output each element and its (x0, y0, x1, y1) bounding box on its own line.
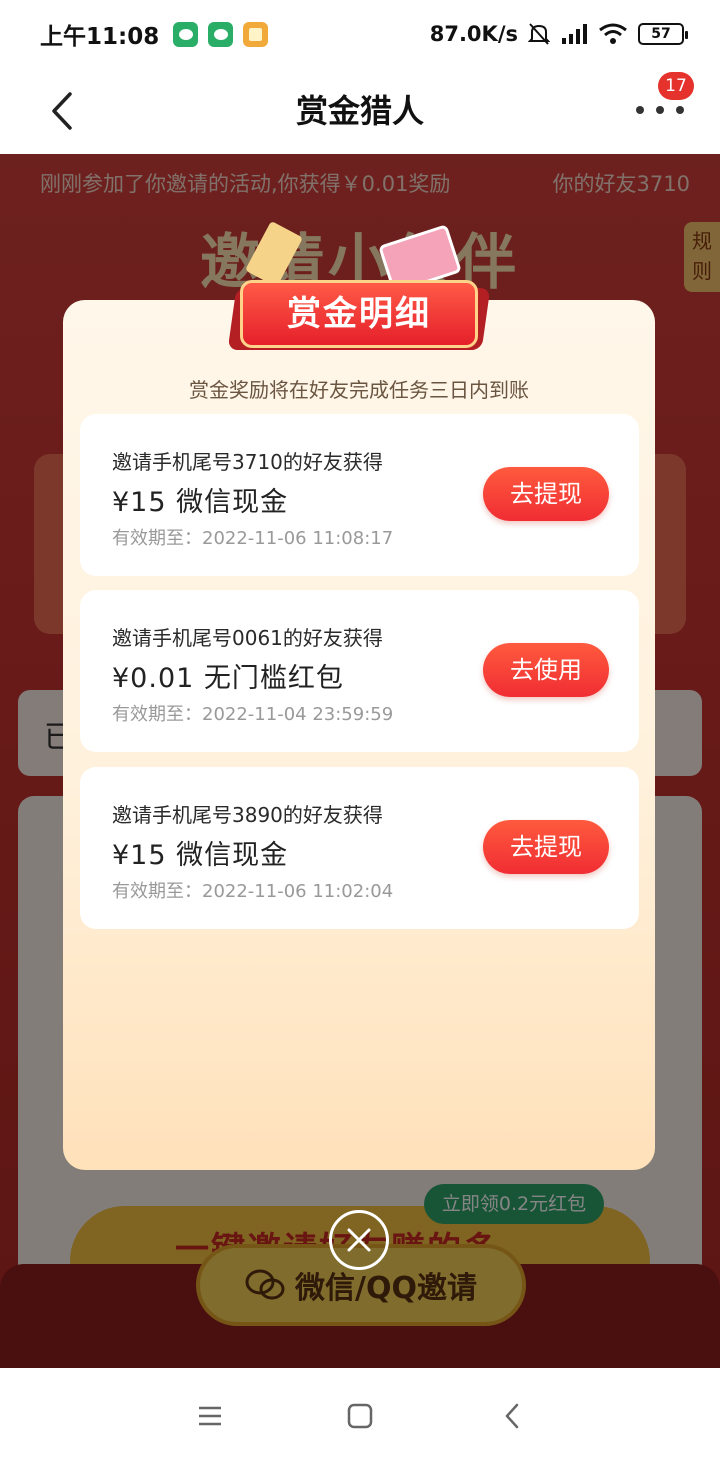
battery-indicator: 57 (638, 23, 688, 45)
reward-title: 邀请手机尾号3890的好友获得 (112, 803, 383, 827)
status-indicators: 87.0K/s 57 (429, 22, 688, 46)
close-button[interactable] (329, 1210, 389, 1270)
wechat-icon (208, 21, 234, 47)
system-nav-bar (0, 1368, 720, 1464)
net-speed: 87.0K/s (429, 22, 518, 46)
wifi-icon (599, 23, 627, 44)
status-app-icons (173, 21, 269, 47)
reward-card: 邀请手机尾号3710的好友获得 ¥15 微信现金 有效期至：2022-11-06… (80, 414, 639, 576)
reward-amount: ¥15 微信现金 (112, 840, 289, 871)
reward-detail-modal: 赏金奖励将在好友完成任务三日内到账 邀请手机尾号3710的好友获得 ¥15 微信… (63, 300, 655, 1170)
chevron-left-icon (505, 1403, 519, 1429)
withdraw-button[interactable]: 去提现 (483, 467, 609, 521)
withdraw-button[interactable]: 去提现 (483, 820, 609, 874)
reward-card: 邀请手机尾号0061的好友获得 ¥0.01 无门槛红包 有效期至：2022-11… (80, 590, 639, 752)
close-icon (347, 1228, 371, 1252)
notification-badge: 17 (658, 72, 694, 100)
reward-amount: ¥15 微信现金 (112, 487, 289, 518)
system-back-button[interactable] (492, 1398, 532, 1434)
use-button[interactable]: 去使用 (483, 643, 609, 697)
square-icon (347, 1403, 373, 1429)
reward-card: 邀请手机尾号3890的好友获得 ¥15 微信现金 有效期至：2022-11-06… (80, 767, 639, 929)
status-bar: 上午11:08 87.0K/s 57 (0, 0, 720, 68)
page-title: 赏金猎人 (295, 92, 424, 130)
mute-icon (528, 23, 550, 45)
status-time: 上午11:08 (40, 24, 160, 50)
signal-icon (562, 24, 587, 44)
menu-button[interactable] (190, 1398, 230, 1434)
notes-icon (243, 21, 269, 47)
home-button[interactable] (340, 1398, 380, 1434)
reward-expiry: 有效期至：2022-11-06 11:08:17 (112, 528, 394, 549)
nav-bar: 赏金猎人 (0, 68, 720, 154)
modal-header: 赏金明细 (227, 276, 491, 352)
reward-amount: ¥0.01 无门槛红包 (112, 663, 344, 694)
more-dots-icon (636, 106, 644, 114)
wechat-icon (173, 21, 199, 47)
menu-icon (199, 1406, 221, 1426)
modal-title: 赏金明细 (240, 280, 478, 348)
modal-subtitle: 赏金奖励将在好友完成任务三日内到账 (189, 378, 529, 402)
reward-expiry: 有效期至：2022-11-04 23:59:59 (112, 704, 394, 725)
reward-expiry: 有效期至：2022-11-06 11:02:04 (112, 881, 394, 902)
reward-title: 邀请手机尾号0061的好友获得 (112, 626, 383, 650)
reward-title: 邀请手机尾号3710的好友获得 (112, 450, 383, 474)
